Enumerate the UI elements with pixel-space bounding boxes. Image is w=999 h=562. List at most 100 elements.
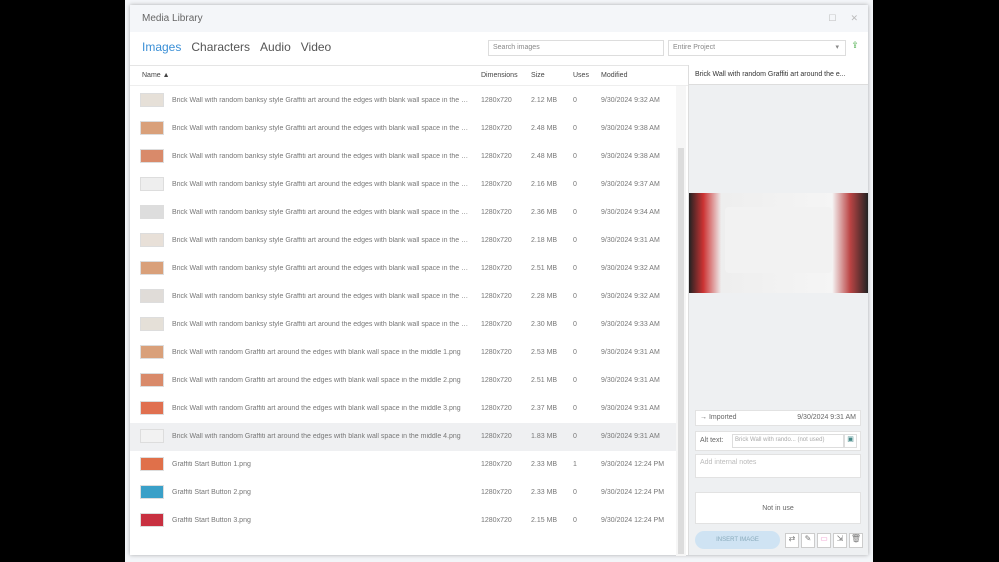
size: 2.12 MB	[531, 97, 558, 104]
modified: 9/30/2024 9:31 AM	[601, 237, 660, 244]
table-row[interactable]: Brick Wall with random banksy style Graf…	[130, 311, 676, 339]
modified: 9/30/2024 9:31 AM	[601, 349, 660, 356]
modified: 9/30/2024 9:32 AM	[601, 265, 660, 272]
modified: 9/30/2024 9:33 AM	[601, 321, 660, 328]
modified: 9/30/2024 9:32 AM	[601, 97, 660, 104]
maximize-button[interactable]: ☐	[828, 13, 836, 24]
media-library-dialog: Media Library ☐ ✕ Images Characters Audio…	[130, 5, 868, 556]
scope-select[interactable]: Entire Project ▾	[668, 40, 846, 56]
col-size[interactable]: Size	[531, 72, 545, 79]
thumbnail	[140, 149, 164, 163]
thumbnail	[140, 233, 164, 247]
uses: 0	[573, 181, 577, 188]
dimensions: 1280x720	[481, 265, 512, 272]
alt-text-input[interactable]: Brick Wall with rando... (not used)	[732, 434, 844, 448]
size: 2.33 MB	[531, 489, 558, 496]
table-row[interactable]: Brick Wall with random banksy style Graf…	[130, 115, 676, 143]
thumbnail	[140, 317, 164, 331]
tab-audio[interactable]: Audio	[260, 40, 291, 54]
modified: 9/30/2024 12:24 PM	[601, 489, 665, 496]
notes-input[interactable]: Add internal notes	[695, 454, 861, 478]
uses: 0	[573, 349, 577, 356]
modified: 9/30/2024 9:37 AM	[601, 181, 660, 188]
uses: 0	[573, 293, 577, 300]
tab-images[interactable]: Images	[142, 40, 181, 54]
replace-icon[interactable]: ⇄	[785, 533, 799, 548]
table-row[interactable]: Brick Wall with random banksy style Graf…	[130, 283, 676, 311]
col-modified[interactable]: Modified	[601, 72, 627, 79]
uses: 0	[573, 433, 577, 440]
table-row[interactable]: Brick Wall with random banksy style Graf…	[130, 87, 676, 115]
uses: 0	[573, 97, 577, 104]
thumbnail	[140, 261, 164, 275]
status-date: 9/30/2024 9:31 AM	[797, 414, 856, 421]
scrollbar-thumb[interactable]	[678, 148, 684, 554]
modified: 9/30/2024 9:31 AM	[601, 377, 660, 384]
image-icon[interactable]: ▣	[844, 434, 857, 448]
file-name: Brick Wall with random banksy style Graf…	[172, 153, 472, 160]
table-row[interactable]: Brick Wall with random Graffiti art arou…	[130, 423, 676, 451]
dimensions: 1280x720	[481, 433, 512, 440]
list-header: Name ▲ Dimensions Size Uses Modified	[130, 66, 688, 86]
file-name: Brick Wall with random banksy style Graf…	[172, 321, 472, 328]
insert-image-button[interactable]: INSERT IMAGE	[695, 531, 780, 549]
file-name: Brick Wall with random banksy style Graf…	[172, 265, 472, 272]
modified: 9/30/2024 9:38 AM	[601, 125, 660, 132]
modified: 9/30/2024 9:32 AM	[601, 293, 660, 300]
table-row[interactable]: Graffiti Start Button 1.png 1280x720 2.3…	[130, 451, 676, 479]
modified: 9/30/2024 9:34 AM	[601, 209, 660, 216]
dialog-title: Media Library	[142, 13, 203, 24]
trash-icon[interactable]: 🗑	[849, 533, 863, 548]
table-row[interactable]: Brick Wall with random banksy style Graf…	[130, 199, 676, 227]
detail-title: Brick Wall with random Graffiti art arou…	[689, 65, 868, 85]
size: 2.18 MB	[531, 237, 558, 244]
dimensions: 1280x720	[481, 489, 512, 496]
tab-video[interactable]: Video	[301, 40, 331, 54]
add-image-icon[interactable]: ⇪	[848, 40, 862, 56]
search-input[interactable]: Search images	[488, 40, 664, 56]
col-name[interactable]: Name ▲	[142, 72, 170, 79]
table-row[interactable]: Brick Wall with random Graffiti art arou…	[130, 339, 676, 367]
close-button[interactable]: ✕	[850, 13, 858, 24]
dimensions: 1280x720	[481, 461, 512, 468]
file-name: Graffiti Start Button 1.png	[172, 461, 251, 468]
table-row[interactable]: Brick Wall with random Graffiti art arou…	[130, 395, 676, 423]
dimensions: 1280x720	[481, 97, 512, 104]
modified: 9/30/2024 12:24 PM	[601, 517, 665, 524]
tab-characters[interactable]: Characters	[191, 40, 250, 54]
uses: 1	[573, 461, 577, 468]
uses: 0	[573, 377, 577, 384]
table-row[interactable]: Brick Wall with random banksy style Graf…	[130, 171, 676, 199]
size: 2.28 MB	[531, 293, 558, 300]
table-row[interactable]: Brick Wall with random banksy style Graf…	[130, 255, 676, 283]
file-name: Brick Wall with random banksy style Graf…	[172, 125, 472, 132]
size: 2.37 MB	[531, 405, 558, 412]
table-row[interactable]: Brick Wall with random Graffiti art arou…	[130, 367, 676, 395]
edit-icon[interactable]: ✎	[801, 533, 815, 548]
dimensions: 1280x720	[481, 125, 512, 132]
table-row[interactable]: Graffiti Start Button 2.png 1280x720 2.3…	[130, 479, 676, 507]
uses: 0	[573, 517, 577, 524]
thumbnail	[140, 93, 164, 107]
modified: 9/30/2024 9:38 AM	[601, 153, 660, 160]
folder-icon[interactable]: ▭	[817, 533, 831, 548]
table-row[interactable]: Graffiti Start Button 3.png 1280x720 2.1…	[130, 507, 676, 535]
thumbnail	[140, 457, 164, 471]
size: 2.48 MB	[531, 153, 558, 160]
size: 2.51 MB	[531, 265, 558, 272]
dimensions: 1280x720	[481, 153, 512, 160]
col-uses[interactable]: Uses	[573, 72, 589, 79]
title-bar: Media Library ☐ ✕	[130, 5, 868, 32]
table-row[interactable]: Brick Wall with random banksy style Graf…	[130, 143, 676, 171]
scope-value: Entire Project	[673, 44, 716, 51]
dimensions: 1280x720	[481, 321, 512, 328]
table-row[interactable]: Brick Wall with random banksy style Graf…	[130, 227, 676, 255]
col-dimensions[interactable]: Dimensions	[481, 72, 518, 79]
thumbnail	[140, 513, 164, 527]
dimensions: 1280x720	[481, 209, 512, 216]
thumbnail	[140, 289, 164, 303]
export-icon[interactable]: ⇲	[833, 533, 847, 548]
media-list: Name ▲ Dimensions Size Uses Modified Bri…	[130, 65, 688, 556]
scrollbar[interactable]	[676, 86, 686, 556]
import-status: → Imported 9/30/2024 9:31 AM	[695, 410, 861, 426]
